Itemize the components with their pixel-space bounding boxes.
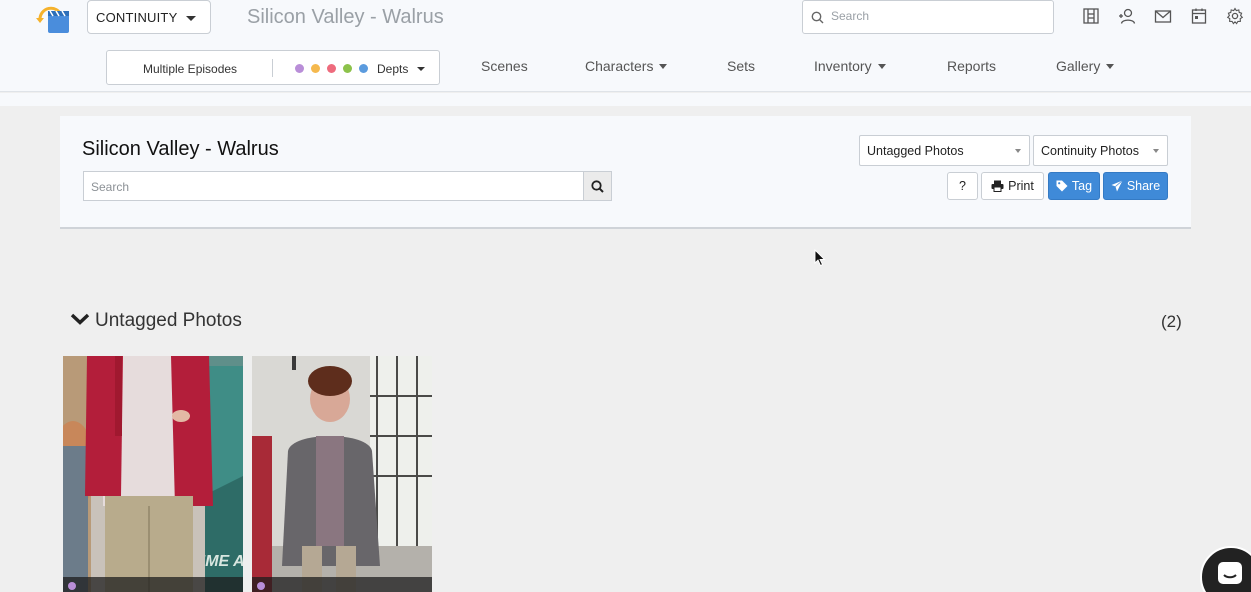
photo-thumbnail[interactable] — [252, 356, 432, 592]
app-selector-label: CONTINUITY — [96, 9, 178, 25]
nav-sets[interactable]: Sets — [727, 58, 755, 74]
photo-thumbnail[interactable]: TIME A — [63, 356, 243, 592]
search-icon — [811, 11, 824, 24]
photo-filter-select[interactable]: Untagged Photos — [859, 135, 1030, 166]
app-selector-dropdown[interactable]: CONTINUITY — [87, 0, 211, 34]
chevron-down-icon — [1015, 149, 1021, 153]
project-title: Silicon Valley - Walrus — [247, 6, 444, 28]
nav-scenes-label: Scenes — [481, 58, 528, 74]
header-strip — [0, 93, 1251, 106]
episode-dept-filter[interactable]: Multiple Episodes Depts — [106, 50, 440, 85]
dept-color-dot — [68, 582, 76, 590]
global-search[interactable] — [802, 0, 1054, 34]
panel-search-input[interactable] — [91, 180, 571, 194]
chat-icon — [1218, 562, 1242, 584]
panel-search[interactable] — [83, 171, 584, 201]
share-button[interactable]: Share — [1103, 172, 1168, 200]
photo-filter-value: Untagged Photos — [867, 144, 964, 158]
top-header: CONTINUITY Silicon Valley - Walrus Searc… — [0, 0, 1251, 92]
global-search-input[interactable] — [831, 9, 1041, 23]
add-user-icon[interactable] — [1118, 7, 1136, 25]
section-title: Untagged Photos — [95, 310, 242, 331]
tag-button-label: Tag — [1071, 179, 1093, 193]
chevron-down-icon — [1153, 149, 1159, 153]
nav-inventory[interactable]: Inventory — [814, 58, 886, 74]
send-icon — [1111, 180, 1123, 192]
share-button-label: Share — [1126, 179, 1161, 193]
section-count: (2) — [1161, 312, 1182, 331]
photo-type-select[interactable]: Continuity Photos — [1033, 135, 1168, 166]
mail-icon[interactable] — [1154, 7, 1172, 25]
nav-gallery[interactable]: Gallery — [1056, 58, 1115, 74]
help-button-label: ? — [959, 179, 966, 193]
print-button-label: Print — [1008, 179, 1034, 193]
dept-color-dot — [257, 582, 265, 590]
dept-color-dot — [295, 64, 304, 73]
divider — [272, 59, 273, 77]
help-button[interactable]: ? — [947, 172, 978, 200]
chevron-down-icon — [877, 63, 886, 69]
collapse-chevron-icon[interactable] — [70, 312, 90, 326]
tag-button[interactable]: Tag — [1048, 172, 1100, 200]
nav-sets-label: Sets — [727, 58, 756, 74]
nav-inventory-label: Inventory — [814, 58, 872, 74]
breakdown-icon[interactable] — [1082, 7, 1100, 25]
dept-color-dot — [359, 64, 368, 73]
panel-search-button[interactable] — [583, 171, 612, 201]
episodes-filter[interactable]: Multiple Episodes — [143, 62, 237, 76]
print-button[interactable]: Print — [981, 172, 1044, 200]
chevron-down-icon — [659, 63, 668, 69]
nav-reports-label: Reports — [947, 58, 997, 74]
photo-image: TIME A — [63, 356, 243, 592]
settings-icon[interactable] — [1226, 7, 1244, 25]
nav-characters[interactable]: Characters — [585, 58, 668, 74]
chat-widget-button[interactable] — [1200, 546, 1251, 592]
nav-characters-label: Characters — [585, 58, 654, 74]
header-icon-group — [1082, 7, 1244, 25]
nav-reports[interactable]: Reports — [947, 58, 996, 74]
tag-icon — [1056, 180, 1068, 192]
chevron-down-icon — [186, 16, 196, 21]
nav-gallery-label: Gallery — [1056, 58, 1101, 74]
nav-scenes[interactable]: Scenes — [481, 58, 528, 74]
chevron-down-icon — [1106, 63, 1115, 69]
search-icon — [591, 179, 604, 193]
calendar-icon[interactable] — [1190, 7, 1208, 25]
dept-color-dot — [311, 64, 320, 73]
panel-title: Silicon Valley - Walrus — [82, 138, 279, 160]
mouse-cursor-icon — [814, 249, 826, 267]
chevron-down-icon — [417, 67, 425, 71]
depts-filter[interactable]: Depts — [377, 62, 408, 76]
print-icon — [991, 180, 1004, 192]
dept-color-dots — [295, 64, 368, 73]
gallery-panel: Silicon Valley - Walrus Untagged Photos … — [60, 116, 1191, 229]
photo-info-bar — [252, 577, 432, 592]
dept-color-dot — [327, 64, 336, 73]
photo-info-bar — [63, 577, 243, 592]
photo-image — [252, 356, 432, 592]
photo-type-value: Continuity Photos — [1041, 144, 1139, 158]
dept-color-dot — [343, 64, 352, 73]
app-logo-icon[interactable] — [34, 2, 70, 34]
